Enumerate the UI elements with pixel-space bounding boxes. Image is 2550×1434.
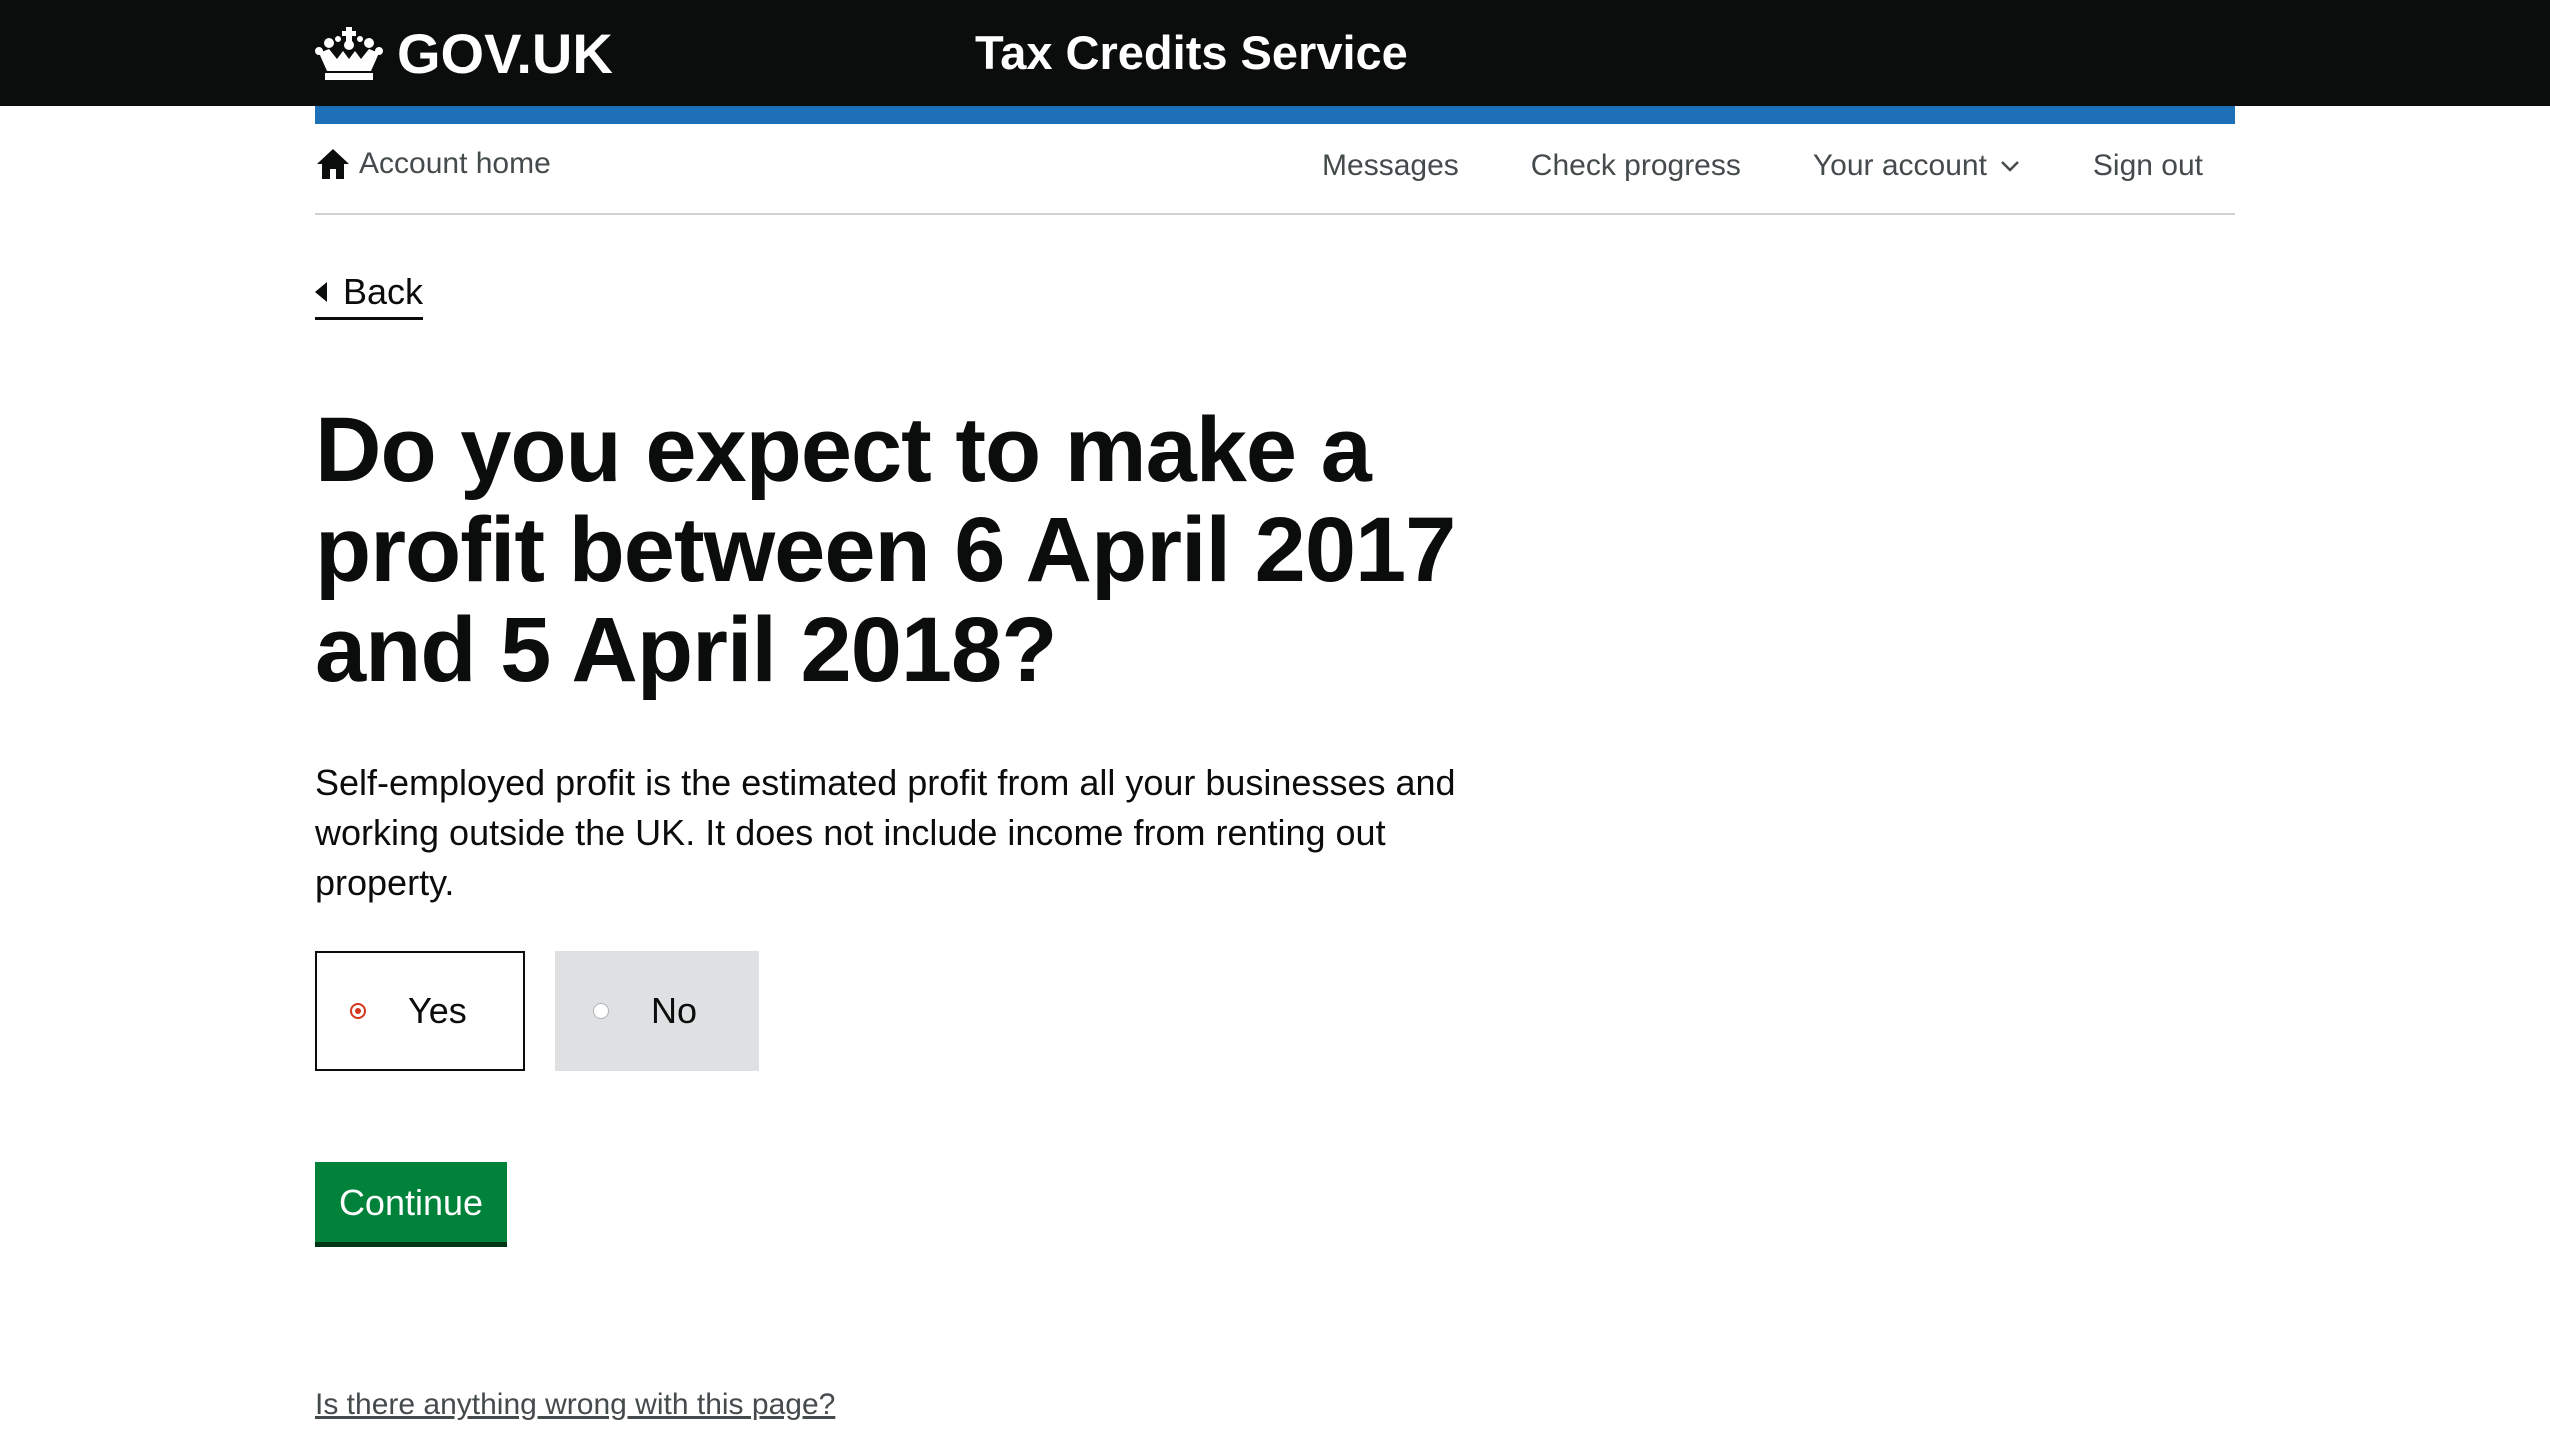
your-account-menu[interactable]: Your account [1813, 146, 2021, 186]
messages-link[interactable]: Messages [1322, 146, 1459, 186]
crown-icon [315, 27, 383, 80]
radio-selected-indicator[interactable] [350, 1003, 366, 1019]
account-home-label: Account home [359, 147, 551, 180]
site-header: GOV.UK Tax Credits Service [0, 0, 2550, 106]
hint-text: Self-employed profit is the estimated pr… [315, 762, 1456, 903]
report-problem-link[interactable]: Is there anything wrong with this page? [315, 1388, 835, 1422]
service-name[interactable]: Tax Credits Service [975, 22, 1408, 84]
profit-radio-group: Yes No [315, 951, 759, 1071]
account-home-link[interactable]: Account home [315, 146, 551, 182]
check-progress-link[interactable]: Check progress [1531, 146, 1741, 186]
govuk-logo-link[interactable]: GOV.UK [315, 20, 613, 86]
back-label: Back [343, 271, 424, 312]
sign-out-link[interactable]: Sign out [2093, 146, 2203, 186]
back-link[interactable]: Back [315, 270, 424, 320]
radio-unselected-indicator[interactable] [593, 1003, 609, 1019]
radio-yes-label: Yes [408, 990, 467, 1031]
header-accent-bar [315, 106, 2235, 124]
chevron-down-icon [2001, 161, 2019, 172]
radio-no[interactable]: No [555, 951, 759, 1071]
page-title: Do you expect to make a profit between 6… [315, 399, 1456, 701]
continue-button[interactable]: Continue [315, 1162, 507, 1242]
your-account-label: Your account [1812, 149, 1987, 182]
radio-yes[interactable]: Yes [315, 951, 525, 1071]
back-arrow-icon [315, 282, 327, 302]
account-navigation: Account home Messages Check progress You… [315, 124, 2235, 215]
account-nav-links: Messages Check progress Your account Sig… [1322, 146, 2203, 186]
home-icon [317, 149, 349, 179]
radio-no-label: No [651, 990, 698, 1031]
logo-text: GOV.UK [397, 21, 613, 85]
